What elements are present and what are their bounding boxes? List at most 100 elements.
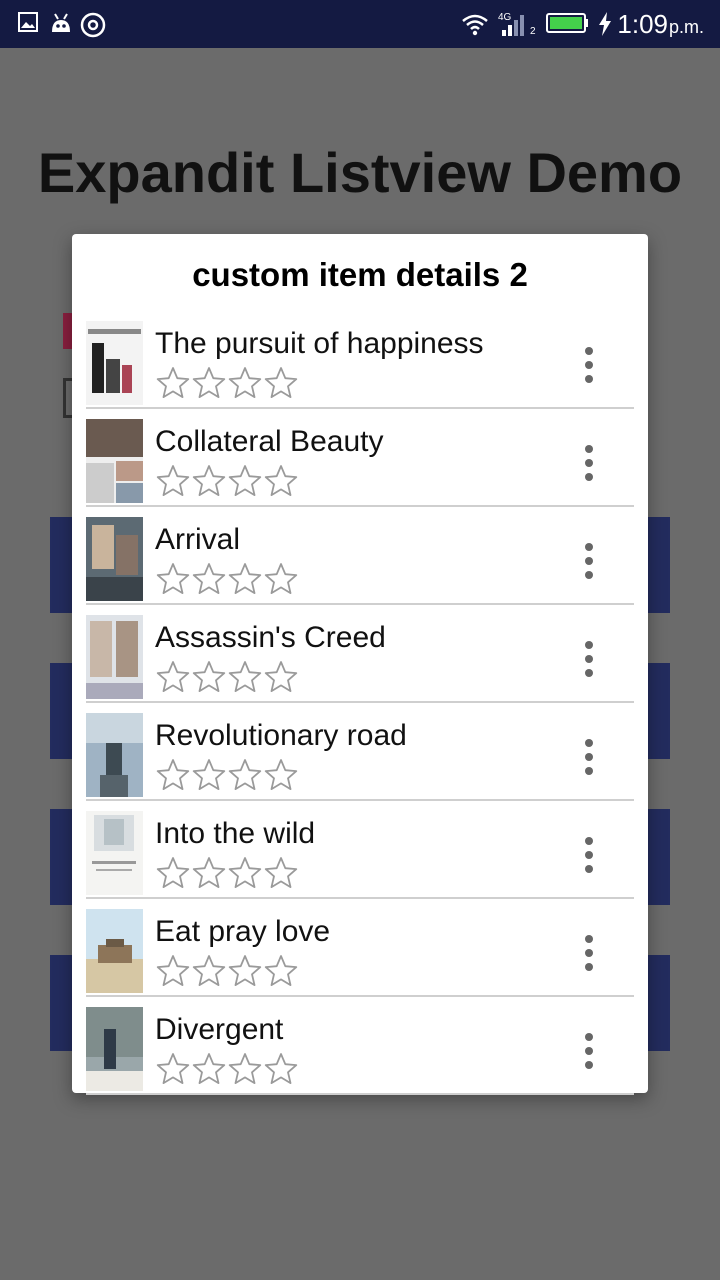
- star-icon[interactable]: [155, 365, 191, 401]
- rating-bar[interactable]: [155, 365, 299, 401]
- menu-dot: [585, 963, 593, 971]
- menu-dot: [585, 949, 593, 957]
- movie-list-item[interactable]: Revolutionary road: [86, 701, 634, 801]
- movie-list-item[interactable]: Divergent: [86, 995, 634, 1095]
- wifi-icon: [462, 14, 488, 36]
- menu-dot: [585, 571, 593, 579]
- movie-title: Eat pray love: [155, 915, 331, 948]
- star-icon[interactable]: [227, 365, 263, 401]
- dialog-title: custom item details 2: [192, 256, 528, 293]
- menu-dot: [585, 935, 593, 943]
- movie-poster-image: [86, 517, 143, 601]
- movie-list-item[interactable]: Assassin's Creed: [86, 603, 634, 703]
- menu-dot: [585, 361, 593, 369]
- star-icon[interactable]: [191, 365, 227, 401]
- movie-poster-image: [86, 321, 143, 405]
- star-icon[interactable]: [263, 1051, 299, 1087]
- rating-bar[interactable]: [155, 855, 299, 891]
- star-icon[interactable]: [191, 953, 227, 989]
- overflow-menu-icon[interactable]: [576, 543, 602, 583]
- sim-slot-label: 2: [530, 26, 536, 37]
- movie-list-item[interactable]: Collateral Beauty: [86, 407, 634, 507]
- rating-bar[interactable]: [155, 463, 299, 499]
- star-icon[interactable]: [191, 757, 227, 793]
- star-icon[interactable]: [191, 1051, 227, 1087]
- star-icon[interactable]: [227, 953, 263, 989]
- star-icon[interactable]: [227, 659, 263, 695]
- movie-poster-image: [86, 811, 143, 895]
- star-icon[interactable]: [227, 463, 263, 499]
- overflow-menu-icon[interactable]: [576, 641, 602, 681]
- movie-poster-image: [86, 713, 143, 797]
- overflow-menu-icon[interactable]: [576, 739, 602, 779]
- movie-list-item[interactable]: Arrival: [86, 505, 634, 605]
- menu-dot: [585, 865, 593, 873]
- rating-bar[interactable]: [155, 1051, 299, 1087]
- movie-title: Arrival: [155, 523, 241, 556]
- menu-dot: [585, 1033, 593, 1041]
- rating-bar[interactable]: [155, 659, 299, 695]
- star-icon[interactable]: [191, 463, 227, 499]
- movie-list-item[interactable]: Into the wild: [86, 799, 634, 899]
- movie-list-item[interactable]: The pursuit of happiness: [86, 309, 634, 409]
- movie-title: Revolutionary road: [155, 719, 407, 752]
- menu-dot: [585, 459, 593, 467]
- menu-dot: [585, 1047, 593, 1055]
- star-icon[interactable]: [227, 1051, 263, 1087]
- star-icon[interactable]: [155, 659, 191, 695]
- menu-dot: [585, 767, 593, 775]
- star-icon[interactable]: [263, 757, 299, 793]
- star-icon[interactable]: [191, 561, 227, 597]
- android-debug-icon: [52, 13, 70, 32]
- menu-dot: [585, 543, 593, 551]
- status-bar: 4G 2 1:09 p.m.: [0, 0, 720, 48]
- clock-time: 1:09: [617, 9, 668, 39]
- movie-title: Collateral Beauty: [155, 425, 384, 458]
- movie-poster-image: [86, 909, 143, 993]
- star-icon[interactable]: [191, 659, 227, 695]
- star-icon[interactable]: [263, 463, 299, 499]
- movie-title: Assassin's Creed: [155, 621, 386, 654]
- rating-bar[interactable]: [155, 561, 299, 597]
- menu-dot: [585, 1061, 593, 1069]
- overflow-menu-icon[interactable]: [576, 347, 602, 387]
- menu-dot: [585, 753, 593, 761]
- overflow-menu-icon[interactable]: [576, 935, 602, 975]
- app-title: Expandit Listview Demo: [37, 141, 683, 204]
- star-icon[interactable]: [155, 953, 191, 989]
- star-icon[interactable]: [263, 953, 299, 989]
- signal-icon: [502, 15, 524, 36]
- star-icon[interactable]: [263, 659, 299, 695]
- movie-title: Divergent: [155, 1013, 284, 1046]
- star-icon[interactable]: [155, 463, 191, 499]
- star-icon[interactable]: [155, 1051, 191, 1087]
- overflow-menu-icon[interactable]: [576, 1033, 602, 1073]
- clock-ampm: p.m.: [668, 17, 704, 37]
- menu-dot: [585, 669, 593, 677]
- movie-list-item[interactable]: Eat pray love: [86, 897, 634, 997]
- charging-icon: [599, 12, 611, 36]
- star-icon[interactable]: [155, 855, 191, 891]
- star-icon[interactable]: [155, 561, 191, 597]
- star-icon[interactable]: [263, 365, 299, 401]
- movie-poster-image: [86, 615, 143, 699]
- menu-dot: [585, 445, 593, 453]
- star-icon[interactable]: [227, 757, 263, 793]
- menu-dot: [585, 739, 593, 747]
- overflow-menu-icon[interactable]: [576, 837, 602, 877]
- star-icon[interactable]: [227, 855, 263, 891]
- gallery-icon: [18, 12, 38, 32]
- star-icon[interactable]: [191, 855, 227, 891]
- overflow-menu-icon[interactable]: [576, 445, 602, 485]
- movie-title: The pursuit of happiness: [155, 327, 484, 360]
- star-icon[interactable]: [155, 757, 191, 793]
- rating-bar[interactable]: [155, 953, 299, 989]
- movie-poster-image: [86, 1007, 143, 1091]
- star-icon[interactable]: [263, 855, 299, 891]
- star-icon[interactable]: [263, 561, 299, 597]
- sync-disc-icon: [80, 12, 106, 38]
- movie-poster-image: [86, 419, 143, 503]
- battery-icon: [546, 13, 588, 33]
- star-icon[interactable]: [227, 561, 263, 597]
- rating-bar[interactable]: [155, 757, 299, 793]
